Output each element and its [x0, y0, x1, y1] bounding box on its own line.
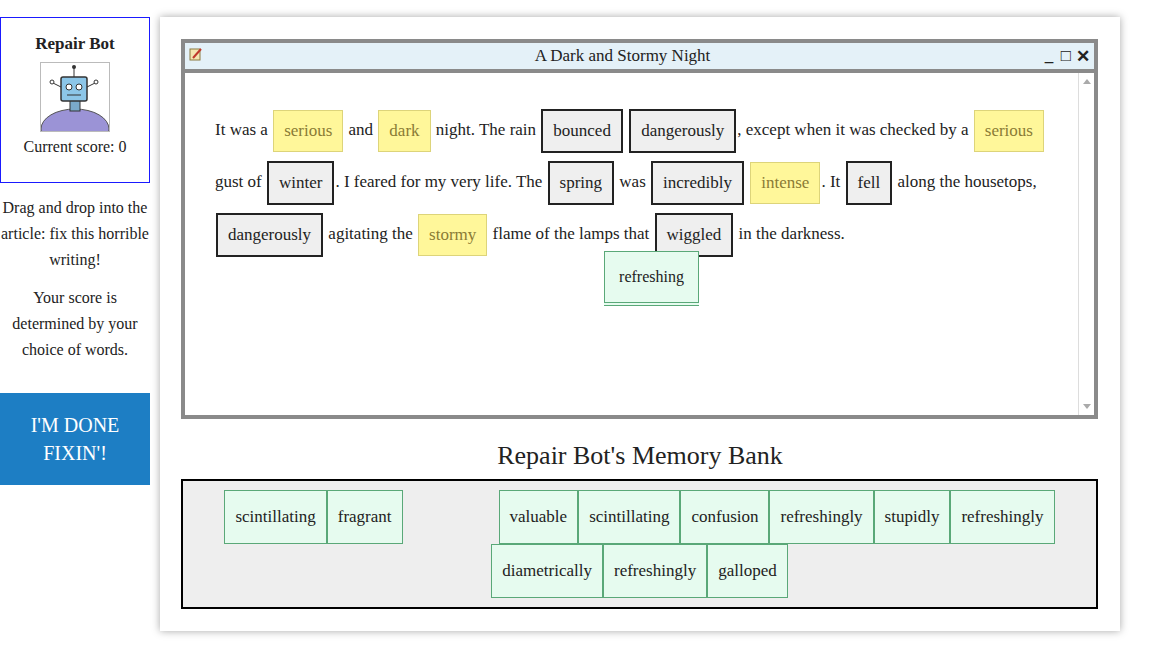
side-panel: Repair Bot Current score: 0 Drag and drop …: [0, 17, 150, 485]
dragged-word[interactable]: refreshing: [604, 251, 699, 303]
window-controls: _□✕: [1042, 46, 1090, 67]
article-window: A Dark and Stormy Night_□✕It was a serio…: [181, 39, 1098, 419]
bank-word[interactable]: fragrant: [327, 490, 403, 544]
empty-bank-slot: [403, 490, 499, 544]
bot-title: Repair Bot: [35, 34, 115, 54]
maximize-button[interactable]: □: [1059, 46, 1073, 67]
bank-word[interactable]: diametrically: [491, 544, 603, 598]
bank-word[interactable]: stupidly: [874, 490, 951, 544]
word-slot[interactable]: winter: [267, 161, 334, 205]
article-text-run: and: [349, 120, 374, 139]
bank-title: Repair Bot's Memory Bank: [181, 441, 1099, 471]
word-slot[interactable]: stormy: [418, 214, 487, 256]
word-slot[interactable]: incredibly: [651, 161, 744, 205]
word-slot[interactable]: serious: [273, 110, 343, 152]
edit-icon: [189, 46, 203, 66]
word-slot[interactable]: fell: [846, 161, 893, 205]
instruction-text: Your score is determined by your choice …: [0, 285, 150, 363]
word-slot[interactable]: dark: [378, 110, 430, 152]
bank-word[interactable]: valuable: [499, 490, 579, 544]
article-text-run: agitating the: [328, 224, 413, 243]
done-button[interactable]: I'M DONE FIXIN'!: [0, 393, 150, 485]
article-text-run: flame of the lamps that: [493, 224, 650, 243]
bank-word[interactable]: scintillating: [578, 490, 680, 544]
article-text-run: , except when it was checked by a: [737, 120, 968, 139]
word-slot[interactable]: intense: [750, 162, 820, 204]
article-area: It was a serious and dark night. The rai…: [185, 73, 1094, 415]
scroll-down-icon[interactable]: [1083, 404, 1091, 409]
memory-bank: scintillatingfragrantvaluablescintillati…: [181, 479, 1098, 609]
page: Repair Bot Current score: 0 Drag and drop …: [0, 0, 1152, 631]
bot-panel: Repair Bot Current score: 0: [0, 17, 150, 183]
scroll-up-icon[interactable]: [1083, 79, 1091, 84]
scrollbar[interactable]: [1078, 73, 1094, 415]
bank-word[interactable]: refreshingly: [950, 490, 1054, 544]
word-slot[interactable]: serious: [974, 110, 1044, 152]
robot-icon: [40, 62, 110, 132]
article-text-run: gust of: [215, 172, 262, 191]
window-title: A Dark and Stormy Night: [203, 46, 1042, 66]
article-text-run: in the darkness.: [739, 224, 845, 243]
bank-word[interactable]: confusion: [680, 490, 769, 544]
instruction-text: Drag and drop into the article: fix this…: [0, 195, 150, 273]
article-text: It was a serious and dark night. The rai…: [185, 73, 1078, 415]
word-slot[interactable]: dangerously: [216, 213, 323, 257]
word-slot[interactable]: dangerously: [629, 109, 736, 153]
close-button[interactable]: ✕: [1076, 46, 1090, 67]
score-display: Current score: 0: [23, 138, 126, 156]
game-panel: A Dark and Stormy Night_□✕It was a serio…: [160, 17, 1120, 631]
bank-word[interactable]: galloped: [707, 544, 788, 598]
title-bar: A Dark and Stormy Night_□✕: [185, 43, 1094, 73]
word-slot[interactable]: bounced: [541, 109, 623, 153]
minimize-button[interactable]: _: [1042, 46, 1056, 67]
article-text-run: . It: [821, 172, 840, 191]
article-text-run: along the housetops,: [897, 172, 1036, 191]
bank-word[interactable]: refreshingly: [769, 490, 873, 544]
article-text-run: night. The rain: [436, 120, 536, 139]
score-label: Current score:: [23, 138, 114, 155]
score-value: 0: [119, 138, 127, 155]
bank-word[interactable]: scintillating: [224, 490, 326, 544]
article-text-run: was: [619, 172, 645, 191]
bank-word[interactable]: refreshingly: [603, 544, 707, 598]
article-text-run: . I feared for my very life. The: [335, 172, 542, 191]
word-slot[interactable]: spring: [548, 161, 615, 205]
article-text-run: It was a: [215, 120, 268, 139]
